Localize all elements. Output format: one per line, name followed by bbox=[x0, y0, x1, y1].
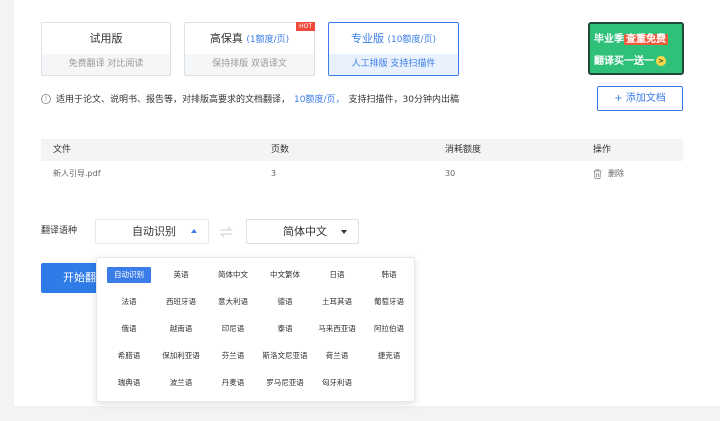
header-file: 文件 bbox=[53, 145, 72, 155]
language-option[interactable]: 意大利语 bbox=[207, 294, 259, 310]
language-option[interactable]: 荷兰语 bbox=[311, 348, 363, 364]
page-count: 3 bbox=[271, 169, 277, 178]
header-pages: 页数 bbox=[271, 145, 290, 155]
header-action: 操作 bbox=[593, 145, 612, 155]
language-option[interactable]: 土耳其语 bbox=[311, 294, 363, 310]
credit-cost: 30 bbox=[445, 169, 456, 178]
plan-info: ! 适用于论文、说明书、报告等，对排版高要求的文档翻译， 10额度/页， 支持扫… bbox=[41, 92, 459, 105]
info-rate: 10额度/页， bbox=[294, 95, 345, 105]
caret-up-icon bbox=[191, 229, 197, 233]
source-language-select[interactable]: 自动识别 bbox=[95, 219, 209, 244]
info-icon: ! bbox=[41, 93, 51, 104]
plan-trial[interactable]: 试用版 免费翻译 对比阅读 bbox=[41, 22, 171, 76]
language-option[interactable]: 越南语 bbox=[155, 321, 207, 337]
header-credits: 消耗额度 bbox=[445, 145, 482, 155]
arrow-right-icon: > bbox=[656, 56, 666, 66]
language-option[interactable]: 罗马尼亚语 bbox=[259, 375, 311, 391]
language-option[interactable]: 葡萄牙语 bbox=[363, 294, 415, 310]
language-option[interactable]: 保加利亚语 bbox=[155, 348, 207, 364]
language-grid: 自动识别 英语 简体中文 中文繁体 日语 韩语法语 西班牙语 意大利语 德语 土耳其语 葡萄牙语俄语… bbox=[103, 267, 415, 402]
plan-professional[interactable]: 专业版 (10额度/页) 人工排版 支持扫描件 bbox=[328, 22, 459, 76]
table-row: 新人引导.pdf 3 30 删除 bbox=[41, 163, 683, 185]
language-option[interactable]: 阿拉伯语 bbox=[363, 321, 415, 337]
plan-title: 专业版 (10额度/页) bbox=[350, 32, 436, 45]
language-label: 翻译语种 bbox=[41, 226, 78, 236]
language-option[interactable]: 丹麦语 bbox=[207, 375, 259, 391]
language-option[interactable]: 西班牙语 bbox=[155, 294, 207, 310]
caret-down-icon bbox=[341, 230, 347, 234]
language-option[interactable]: 波兰语 bbox=[155, 375, 207, 391]
language-option[interactable]: 捷克语 bbox=[363, 348, 415, 364]
language-option[interactable]: 自动识别 bbox=[107, 267, 151, 283]
plan-subtitle: 免费翻译 对比阅读 bbox=[42, 54, 170, 75]
language-option[interactable]: 德语 bbox=[259, 294, 311, 310]
language-option[interactable]: 芬兰语 bbox=[207, 348, 259, 364]
plan-subtitle: 保持排版 双语译文 bbox=[185, 54, 314, 75]
language-option[interactable]: 英语 bbox=[155, 267, 207, 283]
language-option[interactable]: 匈牙利语 bbox=[311, 375, 363, 391]
language-option[interactable]: 马来西亚语 bbox=[311, 321, 363, 337]
info-text: 适用于论文、说明书、报告等，对排版高要求的文档翻译， bbox=[56, 95, 291, 105]
language-option[interactable]: 泰语 bbox=[259, 321, 311, 337]
hot-badge: HOT bbox=[296, 22, 315, 31]
language-option[interactable]: 简体中文 bbox=[207, 267, 259, 283]
language-option[interactable]: 斯洛文尼亚语 bbox=[259, 348, 311, 364]
promo-line-2: 翻译买一送一 > bbox=[594, 52, 666, 67]
source-language-value: 自动识别 bbox=[132, 225, 176, 238]
delete-button[interactable]: 删除 bbox=[593, 163, 624, 185]
add-document-button[interactable]: + 添加文档 bbox=[597, 86, 683, 111]
plan-subtitle: 人工排版 支持扫描件 bbox=[329, 54, 458, 75]
language-option[interactable]: 法语 bbox=[103, 294, 155, 310]
file-name: 新人引导.pdf bbox=[53, 169, 101, 178]
promo-banner[interactable]: 毕业季 查重免费 翻译买一送一 > bbox=[588, 22, 684, 75]
plan-high-fidelity[interactable]: HOT 高保真 (1额度/页) 保持排版 双语译文 bbox=[184, 22, 315, 76]
language-option[interactable]: 瑞典语 bbox=[103, 375, 155, 391]
target-language-value: 简体中文 bbox=[283, 225, 327, 238]
language-option[interactable]: 印尼语 bbox=[207, 321, 259, 337]
language-option[interactable]: 韩语 bbox=[363, 267, 415, 283]
language-option[interactable]: 中文繁体 bbox=[259, 267, 311, 283]
delete-label: 删除 bbox=[608, 169, 624, 178]
target-language-select[interactable]: 简体中文 bbox=[246, 219, 359, 244]
swap-icon[interactable] bbox=[219, 226, 233, 238]
table-header: 文件 页数 消耗额度 操作 bbox=[41, 139, 683, 161]
language-option[interactable]: 日语 bbox=[311, 267, 363, 283]
language-dropdown: 自动识别 英语 简体中文 中文繁体 日语 韩语法语 西班牙语 意大利语 德语 土耳其语 葡萄牙语俄语… bbox=[96, 257, 415, 402]
info-text-tail: 支持扫描件，30分钟内出稿 bbox=[348, 95, 459, 105]
language-option[interactable]: 希腊语 bbox=[103, 348, 155, 364]
language-option[interactable]: 俄语 bbox=[103, 321, 155, 337]
plan-title: 试用版 bbox=[89, 32, 123, 45]
plan-title: 高保真 (1额度/页) bbox=[209, 32, 290, 45]
promo-line-1: 毕业季 查重免费 bbox=[594, 34, 668, 45]
trash-icon bbox=[593, 169, 602, 179]
